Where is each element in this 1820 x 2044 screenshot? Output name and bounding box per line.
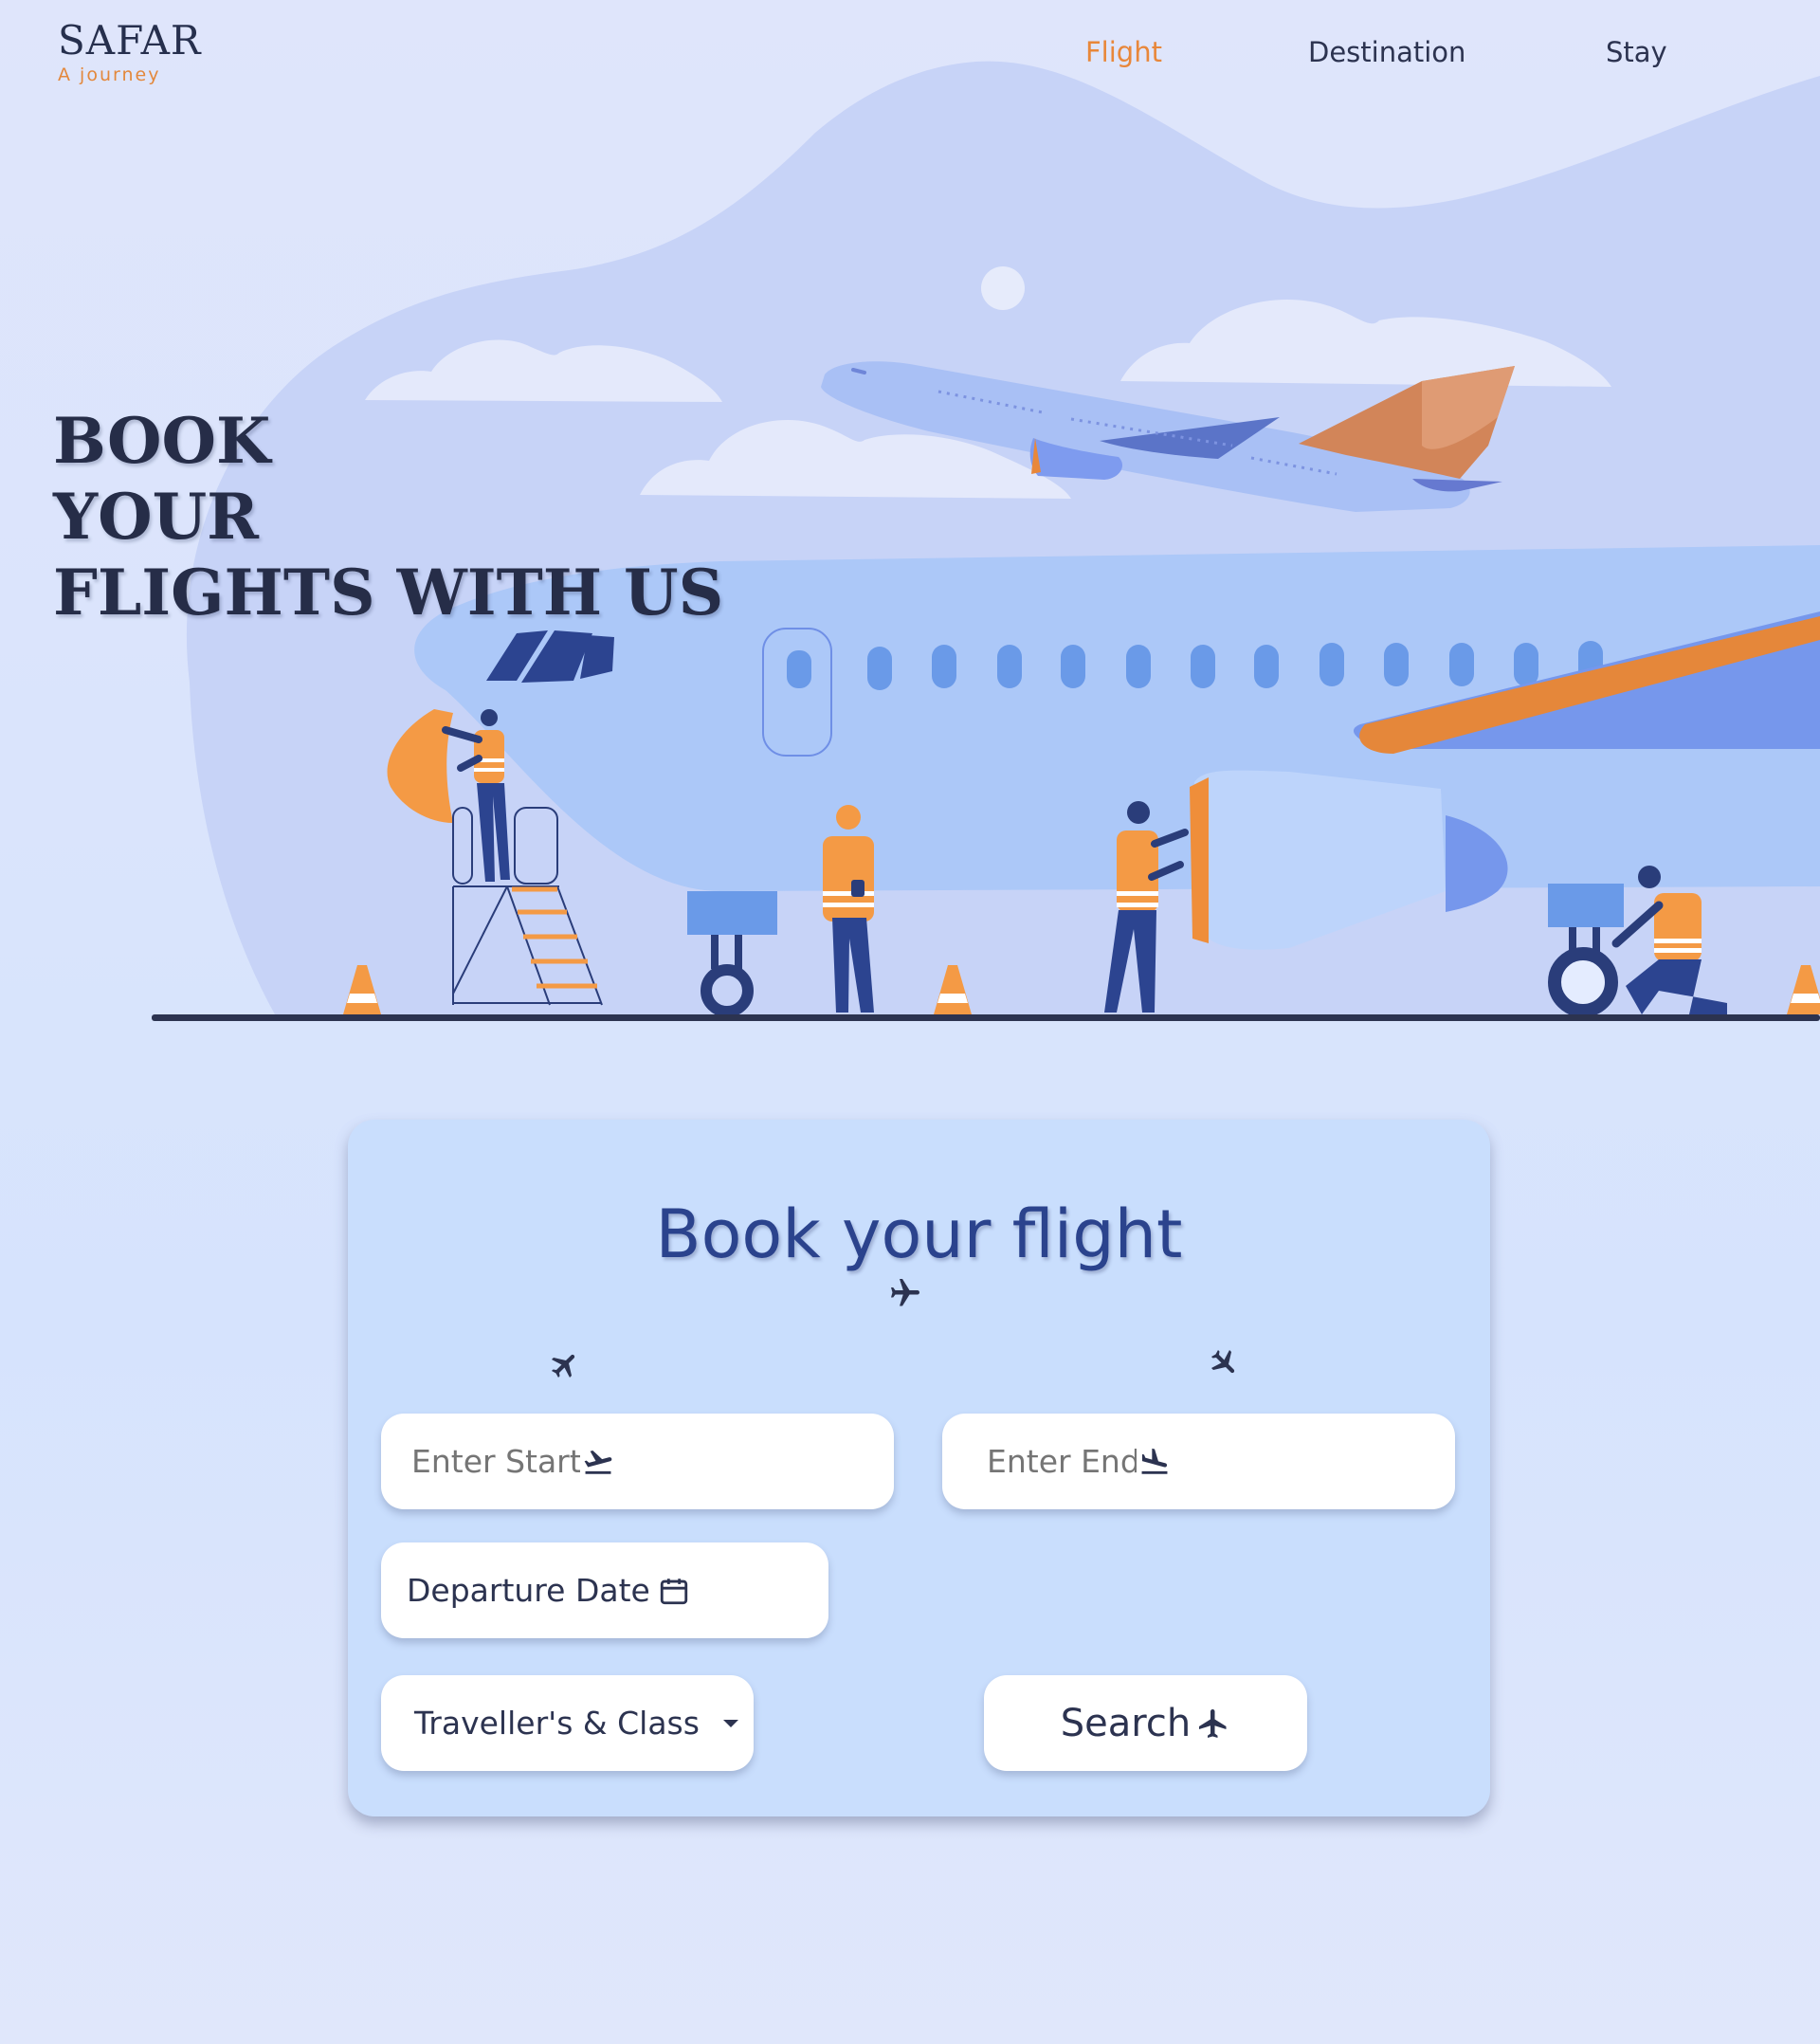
- airplane-icon: [891, 1279, 919, 1306]
- airplane-icon: [1210, 1349, 1235, 1374]
- nav-link-flight[interactable]: Flight: [1085, 36, 1162, 68]
- airplane-icon: [551, 1354, 575, 1378]
- search-button[interactable]: Search: [984, 1675, 1307, 1771]
- nav-link-stay[interactable]: Stay: [1606, 36, 1667, 68]
- end-input[interactable]: [985, 1442, 1138, 1481]
- booking-card: Book your flight Departure Date Travelle…: [348, 1120, 1490, 1816]
- caret-down-icon: [722, 1719, 738, 1727]
- start-field[interactable]: [381, 1414, 894, 1509]
- departure-date-label: Departure Date: [407, 1572, 650, 1609]
- sun: [981, 266, 1025, 310]
- nav-link-destination[interactable]: Destination: [1308, 36, 1465, 68]
- calendar-icon: [660, 1578, 687, 1604]
- flight-land-icon: [1141, 1448, 1168, 1474]
- hero-title-line: YOUR: [53, 480, 260, 554]
- end-field[interactable]: [942, 1414, 1455, 1509]
- hero-title-line: BOOK: [53, 404, 271, 478]
- start-input[interactable]: [410, 1442, 582, 1481]
- top-nav: Flight Destination Stay: [0, 36, 1820, 78]
- hero-title-line: FLIGHTS WITH US: [53, 556, 724, 630]
- search-label: Search: [1060, 1701, 1192, 1745]
- flight-takeoff-icon: [584, 1450, 612, 1474]
- travellers-class-select[interactable]: Traveller's & Class: [381, 1675, 754, 1771]
- departure-date-field[interactable]: Departure Date: [381, 1542, 828, 1638]
- booking-title: Book your flight: [655, 1195, 1183, 1273]
- hero-title: BOOK YOUR FLIGHTS WITH US: [53, 403, 723, 630]
- ground-line: [152, 1014, 1820, 1021]
- airplane-icon: [1199, 1708, 1227, 1738]
- travellers-class-label: Traveller's & Class: [414, 1705, 700, 1742]
